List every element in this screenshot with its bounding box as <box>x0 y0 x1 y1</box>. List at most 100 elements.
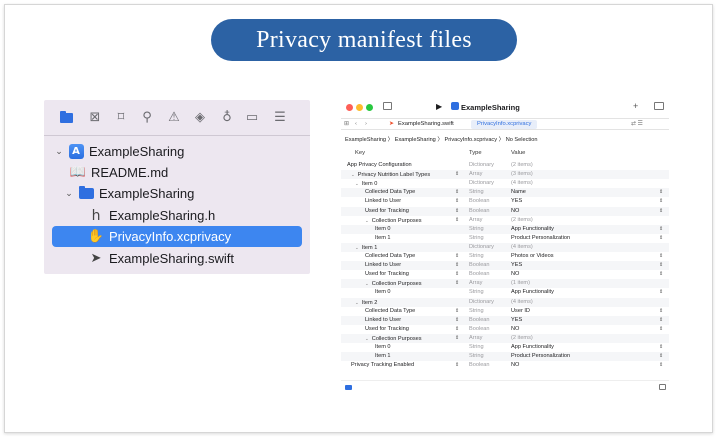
folder-icon[interactable] <box>59 110 75 126</box>
plist-value[interactable]: NO <box>511 325 519 334</box>
plist-value[interactable]: NO <box>511 207 519 216</box>
disclosure-chevron-icon[interactable]: ⌄ <box>365 281 369 286</box>
value-stepper-icon[interactable]: ⇕ <box>659 197 663 206</box>
value-stepper-icon[interactable]: ⇕ <box>659 361 663 370</box>
chevron-down-icon[interactable]: ⌄ <box>64 189 74 199</box>
plist-row[interactable]: Privacy Tracking Enabled ⇕ Boolean NO ⇕ <box>341 361 669 370</box>
tree-item-privacyinfo[interactable]: ✋ PrivacyInfo.xcprivacy <box>44 226 310 247</box>
disclosure-chevron-icon[interactable]: ⌄ <box>355 300 359 305</box>
plist-row[interactable]: Item 0 String App Functionality ⇕ <box>341 343 669 352</box>
tree-item-project[interactable]: ⌄ A ExampleSharing <box>44 141 310 162</box>
diamond-icon[interactable]: ◈ <box>192 110 208 126</box>
warning-icon[interactable]: ⚠ <box>166 110 182 126</box>
disclosure-chevron-icon[interactable]: ⌄ <box>365 336 369 341</box>
value-stepper-icon[interactable]: ⇕ <box>659 316 663 325</box>
plist-value[interactable]: YES <box>511 316 522 325</box>
key-stepper-icon[interactable]: ⇕ <box>455 170 459 179</box>
plist-row[interactable]: ⌄ Item 1 Dictionary (4 items) <box>341 242 669 252</box>
value-stepper-icon[interactable]: ⇕ <box>659 225 663 234</box>
plist-value[interactable]: NO <box>511 361 519 370</box>
plist-row[interactable]: Used for Tracking ⇕ Boolean NO ⇕ <box>341 270 669 279</box>
plist-row[interactable]: Item 1 String Product Personalization ⇕ <box>341 352 669 362</box>
bookmark-icon[interactable]: ⌑ <box>113 110 129 126</box>
key-stepper-icon[interactable]: ⇕ <box>455 316 459 325</box>
key-stepper-icon[interactable]: ⇕ <box>455 270 459 279</box>
tab-privacyinfo[interactable]: PrivacyInfo.xcprivacy <box>471 120 538 129</box>
disclosure-chevron-icon[interactable]: ⌄ <box>355 181 359 186</box>
filter-icon[interactable] <box>345 385 352 390</box>
disclosure-chevron-icon[interactable]: ⌄ <box>355 245 359 250</box>
search-icon[interactable]: ⚲ <box>139 110 155 126</box>
key-stepper-icon[interactable]: ⇕ <box>455 207 459 216</box>
close-button[interactable] <box>346 104 353 111</box>
plist-value[interactable]: Product Personalization <box>511 234 570 243</box>
plist-row[interactable]: ⌄ Collection Purposes ⇕ Array (2 items) <box>341 333 669 343</box>
plist-row[interactable]: Item 1 String Product Personalization ⇕ <box>341 234 669 243</box>
key-stepper-icon[interactable]: ⇕ <box>455 325 459 334</box>
key-stepper-icon[interactable]: ⇕ <box>455 334 459 343</box>
forward-icon[interactable]: › <box>365 120 367 129</box>
tree-item-header[interactable]: h ExampleSharing.h <box>44 205 310 226</box>
plist-row[interactable]: ⌄ Collection Purposes ⇕ Array (2 items) <box>341 216 669 225</box>
chevron-down-icon[interactable]: ⌄ <box>54 147 64 157</box>
plist-row[interactable]: Item 0 String App Functionality ⇕ <box>341 288 669 297</box>
key-stepper-icon[interactable]: ⇕ <box>455 261 459 270</box>
plist-value[interactable]: Name <box>511 188 526 197</box>
spray-icon[interactable]: ♁ <box>219 110 235 126</box>
value-stepper-icon[interactable]: ⇕ <box>659 270 663 279</box>
key-stepper-icon[interactable]: ⇕ <box>455 252 459 261</box>
plist-value[interactable]: User ID <box>511 307 530 316</box>
plist-value[interactable]: YES <box>511 197 522 206</box>
plist-value[interactable]: YES <box>511 261 522 270</box>
plist-row[interactable]: Linked to User ⇕ Boolean YES ⇕ <box>341 197 669 206</box>
value-stepper-icon[interactable]: ⇕ <box>659 261 663 270</box>
key-stepper-icon[interactable]: ⇕ <box>455 197 459 206</box>
value-stepper-icon[interactable]: ⇕ <box>659 325 663 334</box>
related-items-icon[interactable]: ⇄ ☰ <box>631 120 643 129</box>
key-stepper-icon[interactable]: ⇕ <box>455 307 459 316</box>
plist-value[interactable]: Product Personalization <box>511 352 570 361</box>
key-stepper-icon[interactable]: ⇕ <box>455 188 459 197</box>
plist-row[interactable]: Collected Data Type ⇕ String Photos or Vide… <box>341 252 669 261</box>
plist-row[interactable]: Collected Data Type ⇕ String User ID ⇕ <box>341 307 669 316</box>
add-icon[interactable]: + <box>633 101 638 111</box>
plist-row[interactable]: Used for Tracking ⇕ Boolean NO ⇕ <box>341 325 669 334</box>
plist-row[interactable]: Item 0 String App Functionality ⇕ <box>341 224 669 234</box>
value-stepper-icon[interactable]: ⇕ <box>659 352 663 361</box>
plist-row[interactable]: ⌄ Item 0 Dictionary (4 items) <box>341 179 669 188</box>
plist-row[interactable]: Used for Tracking ⇕ Boolean NO ⇕ <box>341 206 669 216</box>
plist-value[interactable]: App Functionality <box>511 343 554 352</box>
key-stepper-icon[interactable]: ⇕ <box>455 279 459 288</box>
run-icon[interactable]: ▶ <box>436 102 442 111</box>
key-stepper-icon[interactable]: ⇕ <box>455 216 459 225</box>
value-stepper-icon[interactable]: ⇕ <box>659 188 663 197</box>
back-icon[interactable]: ‹ <box>355 120 357 129</box>
plist-row[interactable]: App Privacy Configuration Dictionary (2 it… <box>341 161 669 170</box>
sidebar-toggle-icon[interactable] <box>383 102 392 110</box>
plist-row[interactable]: Linked to User ⇕ Boolean YES ⇕ <box>341 261 669 271</box>
jump-bar[interactable]: ExampleSharing 〉 ExampleSharing 〉 Privac… <box>345 135 537 143</box>
value-stepper-icon[interactable]: ⇕ <box>659 252 663 261</box>
plist-row[interactable]: ⌄ Collection Purposes ⇕ Array (1 item) <box>341 279 669 289</box>
inspector-toggle-icon[interactable] <box>654 102 664 110</box>
tree-item-folder[interactable]: ⌄ ExampleSharing <box>44 183 310 204</box>
value-stepper-icon[interactable]: ⇕ <box>659 343 663 352</box>
plist-value[interactable]: Photos or Videos <box>511 252 554 261</box>
value-stepper-icon[interactable]: ⇕ <box>659 207 663 216</box>
disclosure-chevron-icon[interactable]: ⌄ <box>351 172 355 177</box>
value-stepper-icon[interactable]: ⇕ <box>659 234 663 243</box>
list-icon[interactable]: ☰ <box>272 110 288 126</box>
x-square-icon[interactable]: ⊠ <box>87 110 103 126</box>
tree-item-swift[interactable]: ➤ ExampleSharing.swift <box>44 248 310 269</box>
zoom-button[interactable] <box>366 104 373 111</box>
plist-row[interactable]: Collected Data Type ⇕ String Name ⇕ <box>341 188 669 198</box>
key-stepper-icon[interactable]: ⇕ <box>455 361 459 370</box>
value-stepper-icon[interactable]: ⇕ <box>659 288 663 297</box>
plist-row[interactable]: ⌄ Item 2 Dictionary (4 items) <box>341 297 669 307</box>
plist-row[interactable]: Linked to User ⇕ Boolean YES ⇕ <box>341 315 669 325</box>
tab-swift[interactable]: ExampleSharing.swift <box>398 120 454 129</box>
minimize-button[interactable] <box>356 104 363 111</box>
disclosure-chevron-icon[interactable]: ⌄ <box>365 218 369 223</box>
plist-value[interactable]: NO <box>511 270 519 279</box>
panel-icon[interactable] <box>659 384 666 390</box>
